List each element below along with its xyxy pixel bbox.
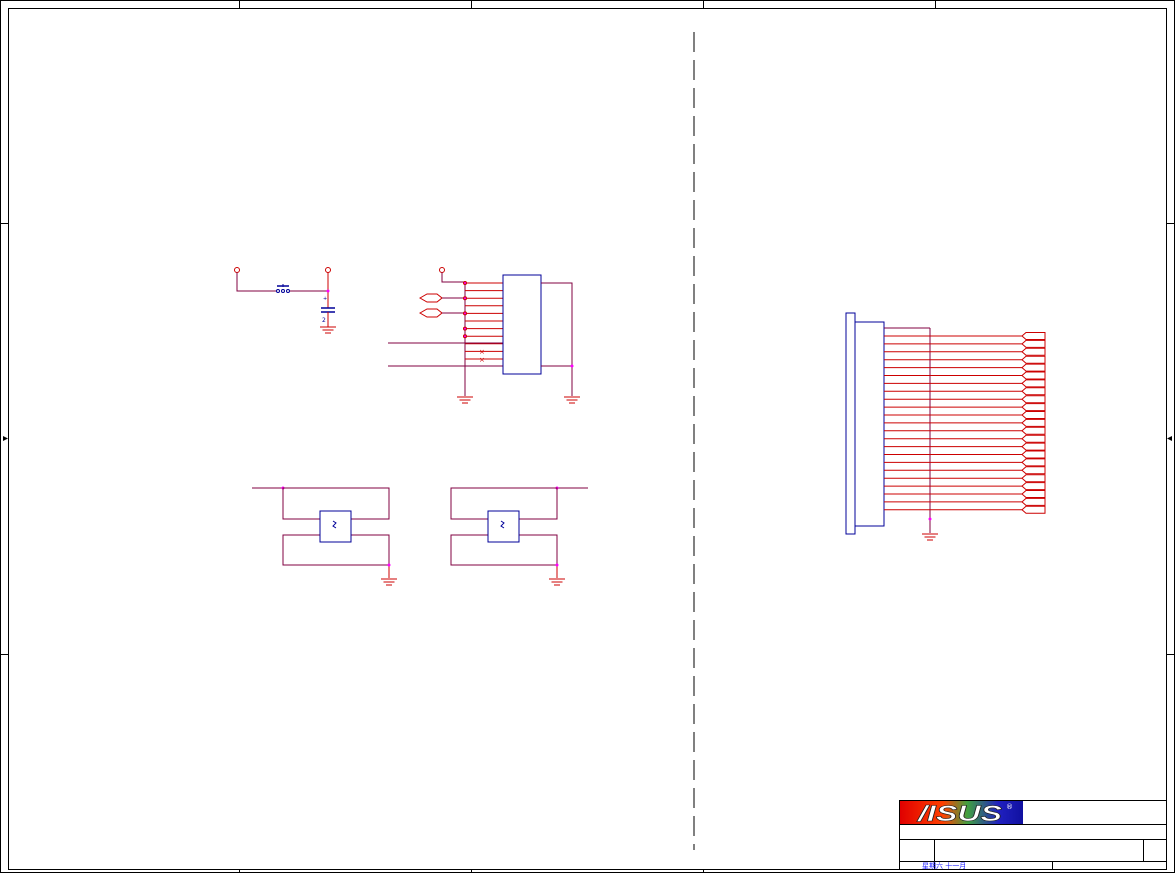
junction-dot [463,281,467,285]
crystal-circuit-left [252,486,397,586]
offpage-connector-icon [1021,505,1046,514]
offpage-connector-icon [1021,426,1046,435]
offpage-connector-icon [1021,474,1046,483]
ground-symbol-icon [549,578,565,586]
offpage-connector-icon [1021,339,1046,348]
company-logo: /ISUS ® [900,801,1023,826]
center-arrow-left [3,436,8,441]
connector-frame [845,312,856,535]
ground-symbol-icon [457,396,473,404]
offpage-connector-icon [1021,466,1046,475]
offpage-connector-icon [1021,363,1046,372]
svg-text:2: 2 [322,317,326,324]
offpage-connector-icon [1021,371,1046,380]
offpage-connector-icon [1021,403,1046,412]
ic-body [502,274,542,375]
reset-switch-circuit: + 2 [234,267,336,334]
connector-pin-group [884,332,1046,514]
crystal-circuit-right [450,486,588,586]
nc-mark-2: × [479,356,485,364]
offpage-connector-icon [1021,434,1046,443]
crystal-icon [487,510,520,543]
offpage-connector-icon [1021,497,1046,506]
ground-symbol-icon [381,578,397,586]
ground-symbol-icon [564,396,580,404]
connector-body [854,321,885,527]
power-port-2 [325,267,331,273]
title-block: /ISUS ® 星期六 十一月 [899,800,1167,870]
svg-text:+: + [323,296,327,302]
offpage-connector-icon [418,293,443,318]
sheet-frame [0,0,1175,873]
sheet-date: 星期六 十一月 [922,861,966,870]
ic-circuit: × × [388,267,580,404]
offpage-connector-icon [1021,450,1046,459]
ground-symbol-icon [922,533,938,541]
junction-dot [326,289,330,293]
offpage-connector-icon [1021,332,1046,340]
offpage-connector-icon [1021,387,1046,396]
power-port-3 [439,267,445,273]
offpage-connector-icon [1021,355,1046,364]
logo-registered-mark: ® [1006,803,1013,811]
center-arrow-right [1167,436,1172,441]
offpage-connector-icon [1021,395,1046,404]
offpage-connector-icon [1021,482,1046,491]
offpage-connector-icon [1021,490,1046,498]
switch-icon [276,284,290,293]
offpage-connector-icon [1021,379,1046,388]
offpage-connector-icon [1021,458,1046,467]
logo-wordmark: /ISUS [917,801,1003,826]
crystal-icon [319,510,352,543]
junction-dot [463,326,467,331]
offpage-connector-icon [1021,418,1046,427]
capacitor-icon [321,307,335,313]
schematic-sheet: + 2 × × /ISUS ® 星期六 十一月 [0,0,1175,873]
offpage-connector-icon [1021,347,1046,356]
junction-dot [463,334,467,339]
nc-mark-1: × [479,348,485,356]
power-port-1 [234,267,240,273]
ground-symbol-icon [320,326,336,334]
offpage-connector-icon [1021,411,1046,419]
junction-dot [463,296,467,301]
offpage-connector-icon [1021,442,1046,451]
connector-circuit [845,312,1046,541]
junction-dot [463,311,467,316]
